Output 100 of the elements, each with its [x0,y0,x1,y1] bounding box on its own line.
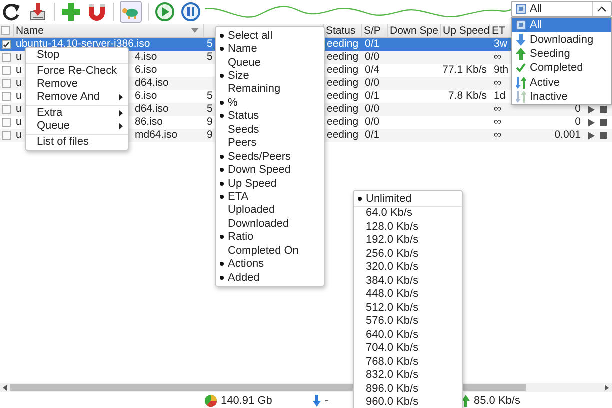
row-checkbox[interactable] [2,105,11,114]
row-checkbox[interactable] [2,66,11,75]
filter-dropdown[interactable]: All [511,1,612,17]
column-header[interactable]: S/P [364,24,381,36]
speed-menu-item[interactable]: 128.0 Kb/s [354,220,462,234]
torrent-name[interactable]: ubuntu-14.10-server-i386.iso [16,38,150,51]
row-checkbox[interactable] [2,53,11,62]
column-header[interactable]: ET [492,24,506,36]
filter-option[interactable]: Completed [512,61,611,76]
speed-menu-item[interactable]: 576.0 Kb/s [354,314,462,328]
column-menu-item[interactable]: Ratio [216,230,324,244]
torrent-name: d64.iso [135,77,169,90]
column-menu-item[interactable]: Uploaded [216,204,324,218]
menu-item[interactable]: Extra [26,107,128,120]
column-menu-item[interactable]: Downloaded [216,217,324,231]
speed-option: 832.0 Kb/s [366,369,419,382]
play-icon[interactable] [588,132,595,140]
play-icon[interactable] [588,106,595,114]
column-menu-item[interactable]: Size [216,69,324,83]
row-checkbox[interactable] [2,118,11,127]
speed-menu-item[interactable]: 832.0 Kb/s [354,368,462,382]
speed-menu-item[interactable]: 192.0 Kb/s [354,234,462,247]
column-name: % [228,96,238,109]
torrent-name[interactable]: u [16,51,22,63]
speed-option: 256.0 Kb/s [366,248,419,260]
speed-menu-item[interactable]: 384.0 Kb/s [354,274,462,288]
torrent-name: d64.iso [135,103,169,116]
column-menu-item[interactable]: ETA [216,190,324,204]
status-cell: eeding [327,51,359,64]
speed-menu-item[interactable]: 512.0 Kb/s [354,301,462,314]
install-icon[interactable] [28,2,48,22]
row-checkbox[interactable] [2,40,11,49]
column-menu-item[interactable]: Completed On [216,244,324,258]
row-checkbox[interactable] [2,79,11,88]
torrent-name[interactable]: u [16,116,22,128]
speed-option: 320.0 Kb/s [366,261,419,274]
column-menu-item[interactable]: Up Speed [216,176,324,190]
menu-item[interactable]: Remove [26,78,128,91]
column-menu-item[interactable]: Added [216,270,324,284]
filter-option[interactable]: Seeding [512,46,611,62]
play-icon[interactable] [588,118,595,126]
column-menu-item[interactable]: Down Speed [216,163,324,177]
column-menu-item[interactable]: % [216,96,324,110]
speed-menu-item[interactable]: 448.0 Kb/s [354,288,462,301]
seeds-peers-cell: 0/4 [365,64,380,77]
column-menu-item[interactable]: Remaining [216,82,324,96]
scroll-left-icon[interactable] [3,384,7,390]
speed-option: 576.0 Kb/s [366,315,419,328]
column-header[interactable]: Status [326,24,356,36]
column-name: Size [228,70,250,82]
column-header[interactable]: Name [16,24,44,36]
turtle-icon[interactable] [120,1,142,23]
column-menu-item[interactable]: Select all [216,29,324,42]
speed-menu-item[interactable]: 960.0 Kb/s [354,396,462,408]
speed-menu-item[interactable]: 64.0 Kb/s [354,206,462,220]
select-all-checkbox[interactable] [1,26,10,35]
column-menu-item[interactable]: Actions [216,257,324,271]
menu-item[interactable]: Force Re-Check [26,65,128,78]
scroll-right-icon[interactable] [605,384,609,390]
row-checkbox[interactable] [2,92,11,101]
torrent-name[interactable]: u [16,129,22,141]
speed-menu-item[interactable]: 256.0 Kb/s [354,247,462,260]
torrent-name[interactable]: u [16,90,22,102]
magnet-icon[interactable] [87,2,107,22]
column-header[interactable]: Up Speed [443,24,489,36]
column-menu-item[interactable]: Seeds [216,123,324,136]
row-checkbox[interactable] [2,131,11,140]
pause-icon[interactable] [181,2,201,22]
column-menu-item[interactable]: Name [216,42,324,56]
speed-menu-item[interactable]: 320.0 Kb/s [354,260,462,274]
column-menu-item[interactable]: Seeds/Peers [216,150,324,164]
torrent-name[interactable]: u [16,77,22,89]
column-name: Select all [228,30,273,42]
menu-item[interactable]: Queue [26,120,128,133]
filter-option[interactable]: Active [512,76,611,90]
filter-option[interactable]: All [512,18,611,32]
torrent-name[interactable]: u [16,64,22,76]
speed-menu-item[interactable]: 768.0 Kb/s [354,355,462,368]
up-speed-cell: 77.1 Kb/s [442,64,487,77]
menu-item[interactable]: List of files [26,136,128,149]
speed-menu-item[interactable]: 704.0 Kb/s [354,342,462,355]
menu-item[interactable]: Remove And [26,91,128,104]
menu-item[interactable]: Stop [26,49,128,62]
torrent-name[interactable]: u [16,103,22,115]
filter-option[interactable]: Inactive [512,90,611,104]
refresh-icon[interactable] [2,2,22,22]
torrent-name: md64.iso [135,129,178,142]
down-arrow-icon [516,34,526,46]
speed-menu-item[interactable]: 640.0 Kb/s [354,328,462,342]
speed-menu-item[interactable]: Unlimited [354,192,462,206]
column-menu-item[interactable]: Peers [216,136,324,150]
column-menu-item[interactable]: Queue [216,56,324,70]
column-menu-item[interactable]: Status [216,110,324,124]
caret-icon[interactable] [597,6,607,12]
sort-arrow-icon[interactable] [191,28,199,33]
filter-option[interactable]: Downloading [512,32,611,47]
column-header[interactable]: Down Spe [390,24,438,36]
play-icon[interactable] [155,2,175,22]
speed-menu-item[interactable]: 896.0 Kb/s [354,382,462,396]
plus-icon[interactable] [61,2,81,22]
